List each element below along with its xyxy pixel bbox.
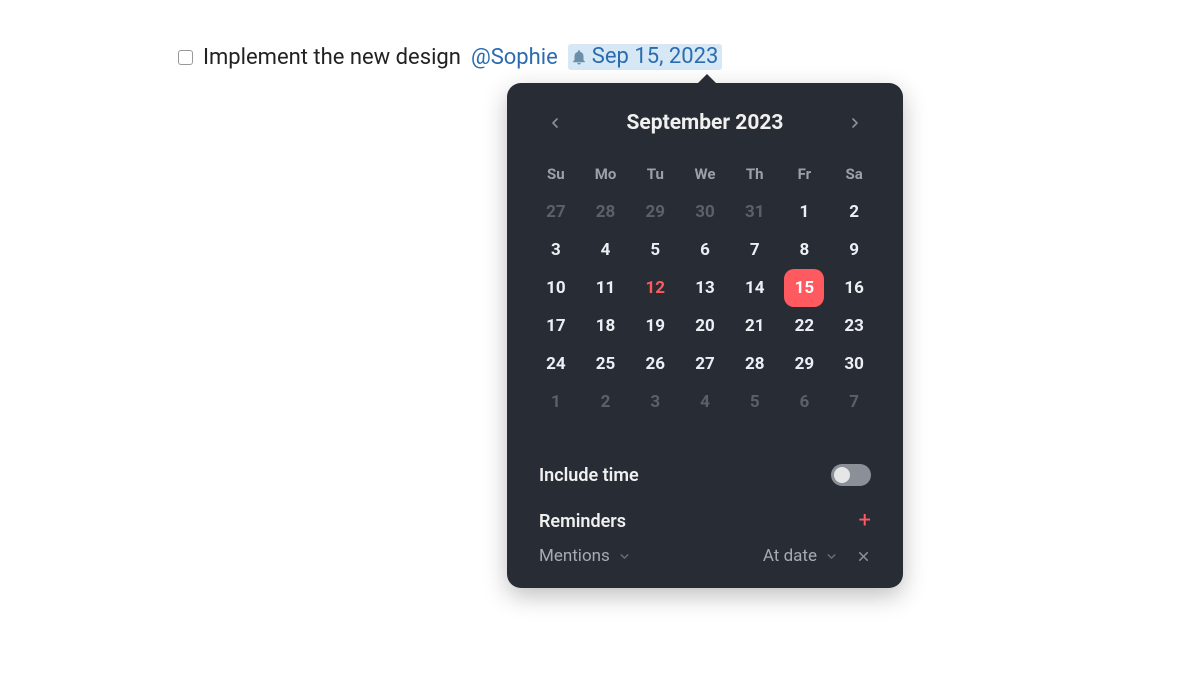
calendar-day[interactable]: 25 — [583, 345, 629, 383]
calendar-day[interactable]: 17 — [533, 307, 579, 345]
chevron-down-icon — [825, 550, 838, 563]
prev-month-button[interactable] — [547, 115, 563, 131]
calendar-day[interactable]: 27 — [682, 345, 728, 383]
remove-reminder-button[interactable] — [856, 549, 871, 564]
calendar-day[interactable]: 4 — [583, 231, 629, 269]
calendar-day[interactable]: 12 — [632, 269, 678, 307]
calendar-day[interactable]: 3 — [533, 231, 579, 269]
calendar-day[interactable]: 3 — [632, 383, 678, 421]
calendar-week-row: 272829303112 — [531, 193, 879, 231]
task-date-label: Sep 15, 2023 — [592, 44, 719, 69]
calendar-day[interactable]: 28 — [732, 345, 778, 383]
calendar-week-row: 3456789 — [531, 231, 879, 269]
calendar-week-row: 10111213141516 — [531, 269, 879, 307]
date-picker-popover: September 2023 SuMoTuWeThFrSa 2728293031… — [507, 83, 903, 588]
calendar-day[interactable]: 16 — [831, 269, 877, 307]
add-reminder-button[interactable]: + — [859, 510, 871, 532]
weekday-label: Mo — [581, 155, 631, 193]
reminder-timing-select[interactable]: At date — [763, 546, 817, 566]
weekday-label: Tu — [630, 155, 680, 193]
toggle-knob — [834, 467, 850, 483]
month-label: September 2023 — [627, 111, 784, 135]
task-date-chip[interactable]: Sep 15, 2023 — [568, 44, 723, 70]
calendar-day[interactable]: 13 — [682, 269, 728, 307]
calendar-week-row: 1234567 — [531, 383, 879, 421]
calendar-day[interactable]: 7 — [831, 383, 877, 421]
calendar-day[interactable]: 15 — [784, 269, 824, 307]
bell-icon — [570, 48, 588, 66]
calendar-day[interactable]: 7 — [732, 231, 778, 269]
calendar-day[interactable]: 29 — [782, 345, 828, 383]
include-time-toggle[interactable] — [831, 464, 871, 486]
task-mention[interactable]: @Sophie — [471, 45, 558, 70]
calendar-day[interactable]: 18 — [583, 307, 629, 345]
chevron-down-icon — [618, 550, 631, 563]
calendar-day[interactable]: 23 — [831, 307, 877, 345]
weekday-label: Fr — [780, 155, 830, 193]
weekday-row: SuMoTuWeThFrSa — [531, 155, 879, 193]
calendar-day[interactable]: 8 — [782, 231, 828, 269]
calendar-day[interactable]: 10 — [533, 269, 579, 307]
calendar-day[interactable]: 28 — [583, 193, 629, 231]
calendar-day[interactable]: 1 — [533, 383, 579, 421]
task-text: Implement the new design — [203, 45, 461, 70]
calendar-day[interactable]: 5 — [732, 383, 778, 421]
calendar-day[interactable]: 9 — [831, 231, 877, 269]
calendar-header: September 2023 — [507, 83, 903, 145]
task-row: Implement the new design @Sophie Sep 15,… — [178, 44, 722, 70]
weekday-label: We — [680, 155, 730, 193]
calendar-day[interactable]: 11 — [583, 269, 629, 307]
reminder-type-select[interactable]: Mentions — [539, 546, 610, 566]
calendar-day[interactable]: 6 — [782, 383, 828, 421]
reminders-label: Reminders — [539, 511, 626, 532]
include-time-row: Include time — [507, 444, 903, 486]
reminder-item: Mentions At date — [507, 532, 903, 576]
calendar-grid: SuMoTuWeThFrSa 2728293031123456789101112… — [507, 145, 903, 421]
calendar-day[interactable]: 24 — [533, 345, 579, 383]
calendar-day[interactable]: 14 — [732, 269, 778, 307]
calendar-day[interactable]: 22 — [782, 307, 828, 345]
calendar-day[interactable]: 20 — [682, 307, 728, 345]
calendar-day[interactable]: 30 — [682, 193, 728, 231]
calendar-day[interactable]: 2 — [831, 193, 877, 231]
reminders-row: Reminders + — [507, 486, 903, 532]
calendar-day[interactable]: 6 — [682, 231, 728, 269]
include-time-label: Include time — [539, 465, 639, 486]
weekday-label: Th — [730, 155, 780, 193]
calendar-day[interactable]: 4 — [682, 383, 728, 421]
calendar-day[interactable]: 29 — [632, 193, 678, 231]
task-checkbox[interactable] — [178, 50, 193, 65]
calendar-day[interactable]: 31 — [732, 193, 778, 231]
calendar-day[interactable]: 26 — [632, 345, 678, 383]
calendar-day[interactable]: 5 — [632, 231, 678, 269]
calendar-day[interactable]: 27 — [533, 193, 579, 231]
calendar-day[interactable]: 30 — [831, 345, 877, 383]
calendar-day[interactable]: 1 — [782, 193, 828, 231]
calendar-day[interactable]: 2 — [583, 383, 629, 421]
calendar-day[interactable]: 19 — [632, 307, 678, 345]
calendar-week-row: 17181920212223 — [531, 307, 879, 345]
weekday-label: Sa — [829, 155, 879, 193]
next-month-button[interactable] — [847, 115, 863, 131]
weekday-label: Su — [531, 155, 581, 193]
calendar-week-row: 24252627282930 — [531, 345, 879, 383]
calendar-day[interactable]: 21 — [732, 307, 778, 345]
